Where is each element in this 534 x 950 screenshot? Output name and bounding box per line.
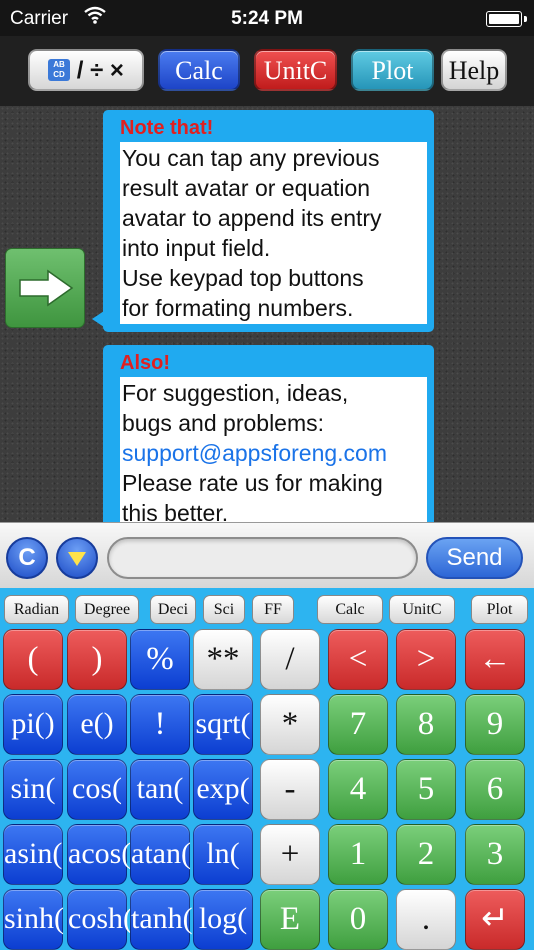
history-dropdown-button[interactable] <box>56 537 98 579</box>
send-button[interactable]: Send <box>426 537 523 579</box>
message-line: Please rate us for making <box>122 470 383 496</box>
message-line: bugs and problems: <box>122 410 325 436</box>
top-toolbar: AB CD / ÷ × Calc UnitC Plot Help <box>0 36 534 106</box>
battery-icon <box>486 11 522 27</box>
message-title: Note that! <box>120 117 214 139</box>
sci-format-button[interactable]: Sci <box>203 595 245 624</box>
asin-key[interactable]: asin( <box>3 824 63 885</box>
format-button-label: / ÷ × <box>76 57 124 84</box>
multiply-key[interactable]: * <box>260 694 320 755</box>
triangle-down-icon <box>68 552 86 566</box>
power-key[interactable]: ** <box>193 629 253 690</box>
digit-2-key[interactable]: 2 <box>396 824 456 885</box>
clear-button[interactable]: C <box>6 537 48 579</box>
plus-key[interactable]: + <box>260 824 320 885</box>
pi-key[interactable]: pi() <box>3 694 63 755</box>
cosh-key[interactable]: cosh( <box>67 889 133 950</box>
digit-6-key[interactable]: 6 <box>465 759 525 820</box>
message-line: for formating numbers. <box>122 295 354 321</box>
cos-key[interactable]: cos( <box>67 759 127 820</box>
acos-key[interactable]: acos( <box>67 824 131 885</box>
message-line: avatar to append its entry <box>122 205 382 231</box>
degree-mode-button[interactable]: Degree <box>75 595 139 624</box>
open-paren-key[interactable]: ( <box>3 629 63 690</box>
digit-3-key[interactable]: 3 <box>465 824 525 885</box>
message-line: For suggestion, ideas, <box>122 380 349 406</box>
digit-0-key[interactable]: 0 <box>328 889 388 950</box>
factorial-key[interactable]: ! <box>130 694 190 755</box>
exp-key[interactable]: exp( <box>193 759 253 820</box>
enter-key[interactable]: ↵ <box>465 889 525 950</box>
atan-key[interactable]: atan( <box>130 824 191 885</box>
plot-keypad-button[interactable]: Plot <box>471 595 528 624</box>
message-title: Also! <box>120 352 170 374</box>
unitc-keypad-button[interactable]: UnitC <box>389 595 455 624</box>
calc-keypad-button[interactable]: Calc <box>317 595 383 624</box>
result-avatar[interactable] <box>5 248 85 328</box>
backspace-key[interactable]: ← <box>465 629 525 690</box>
message-bubble: Also! For suggestion, ideas, bugs and pr… <box>103 345 434 522</box>
close-paren-key[interactable]: ) <box>67 629 127 690</box>
minus-key[interactable]: - <box>260 759 320 820</box>
message-line: into input field. <box>122 235 271 261</box>
digit-8-key[interactable]: 8 <box>396 694 456 755</box>
cursor-right-key[interactable]: > <box>396 629 456 690</box>
message-line: this better. <box>122 500 229 522</box>
tanh-key[interactable]: tanh( <box>130 889 193 950</box>
arrow-right-icon <box>19 269 74 307</box>
abcd-icon: AB CD <box>48 58 71 81</box>
decimal-point-key[interactable]: . <box>396 889 456 950</box>
digit-1-key[interactable]: 1 <box>328 824 388 885</box>
message-body: You can tap any previous result avatar o… <box>120 142 427 324</box>
ln-key[interactable]: ln( <box>193 824 253 885</box>
log-key[interactable]: log( <box>193 889 253 950</box>
unitc-tab-button[interactable]: UnitC <box>254 49 337 91</box>
chat-area[interactable]: Note that! You can tap any previous resu… <box>0 106 534 522</box>
sin-key[interactable]: sin( <box>3 759 63 820</box>
exponent-e-key[interactable]: E <box>260 889 320 950</box>
plot-tab-button[interactable]: Plot <box>351 49 434 91</box>
message-line: You can tap any previous <box>122 145 380 171</box>
message-body: For suggestion, ideas, bugs and problems… <box>120 377 427 522</box>
digit-7-key[interactable]: 7 <box>328 694 388 755</box>
radian-mode-button[interactable]: Radian <box>4 595 69 624</box>
digit-9-key[interactable]: 9 <box>465 694 525 755</box>
input-bar: C Send <box>0 522 534 589</box>
message-line: result avatar or equation <box>122 175 371 201</box>
sqrt-key[interactable]: sqrt( <box>193 694 253 755</box>
cursor-left-key[interactable]: < <box>328 629 388 690</box>
digit-4-key[interactable]: 4 <box>328 759 388 820</box>
deci-format-button[interactable]: Deci <box>150 595 196 624</box>
calc-tab-button[interactable]: Calc <box>158 49 240 91</box>
status-bar: Carrier 5:24 PM <box>0 0 534 36</box>
sinh-key[interactable]: sinh( <box>3 889 64 950</box>
battery-tip <box>524 16 527 22</box>
ff-format-button[interactable]: FF <box>252 595 294 624</box>
percent-key[interactable]: % <box>130 629 190 690</box>
e-key[interactable]: e() <box>67 694 127 755</box>
divide-key[interactable]: / <box>260 629 320 690</box>
format-button[interactable]: AB CD / ÷ × <box>28 49 144 91</box>
digit-5-key[interactable]: 5 <box>396 759 456 820</box>
message-bubble: Note that! You can tap any previous resu… <box>103 110 434 332</box>
keypad: Radian Degree Deci Sci FF Calc UnitC Plo… <box>0 588 534 950</box>
support-email-link[interactable]: support@appsforeng.com <box>122 438 425 468</box>
expression-input[interactable] <box>107 537 418 579</box>
tan-key[interactable]: tan( <box>130 759 190 820</box>
clock: 5:24 PM <box>231 8 303 29</box>
help-button[interactable]: Help <box>441 49 507 91</box>
message-line: Use keypad top buttons <box>122 265 364 291</box>
